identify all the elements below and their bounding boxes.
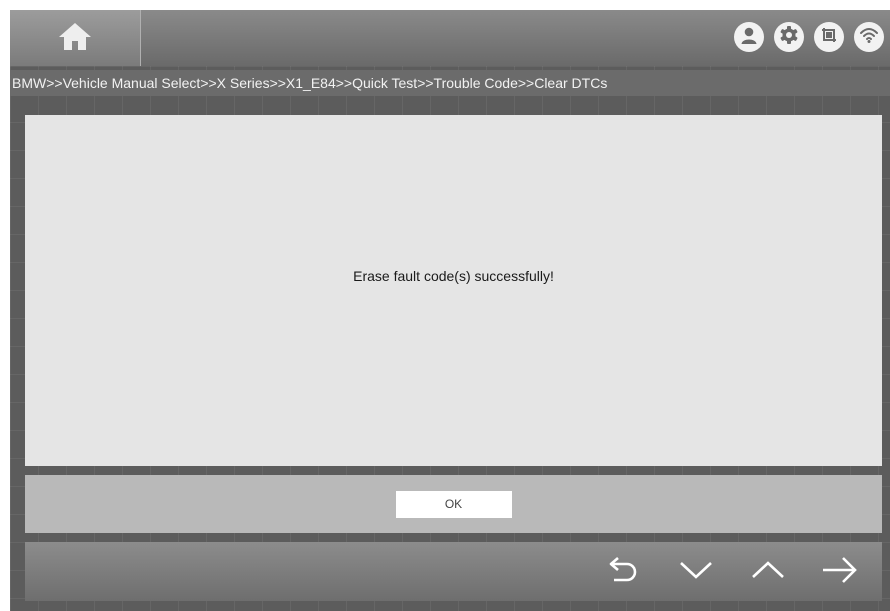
gear-icon [779, 25, 799, 50]
scroll-down-button[interactable] [672, 556, 720, 588]
ok-button[interactable]: OK [395, 490, 512, 518]
dialog-content: Erase fault code(s) successfully! [25, 115, 882, 466]
back-button[interactable] [600, 556, 648, 588]
home-button[interactable] [10, 10, 141, 66]
chevron-up-icon [750, 558, 786, 587]
wifi-icon [859, 25, 879, 50]
bottom-nav-bar [25, 542, 882, 601]
next-button[interactable] [816, 556, 864, 588]
arrow-right-icon [821, 555, 859, 590]
screenshot-button[interactable] [814, 22, 844, 52]
nav-icons [600, 556, 864, 588]
status-icons [734, 22, 884, 52]
scroll-up-button[interactable] [744, 556, 792, 588]
dialog-message: Erase fault code(s) successfully! [353, 267, 554, 284]
top-bar [10, 10, 890, 66]
home-icon [57, 20, 93, 57]
wifi-button[interactable] [854, 22, 884, 52]
dialog-button-bar: OK [25, 475, 882, 533]
settings-button[interactable] [774, 22, 804, 52]
screenshot-icon [819, 25, 839, 50]
back-icon [607, 554, 641, 591]
breadcrumb: BMW>>Vehicle Manual Select>>X Series>>X1… [10, 70, 890, 96]
app-screen: BMW>>Vehicle Manual Select>>X Series>>X1… [10, 10, 890, 611]
user-icon [739, 25, 759, 50]
chevron-down-icon [678, 558, 714, 587]
user-button[interactable] [734, 22, 764, 52]
